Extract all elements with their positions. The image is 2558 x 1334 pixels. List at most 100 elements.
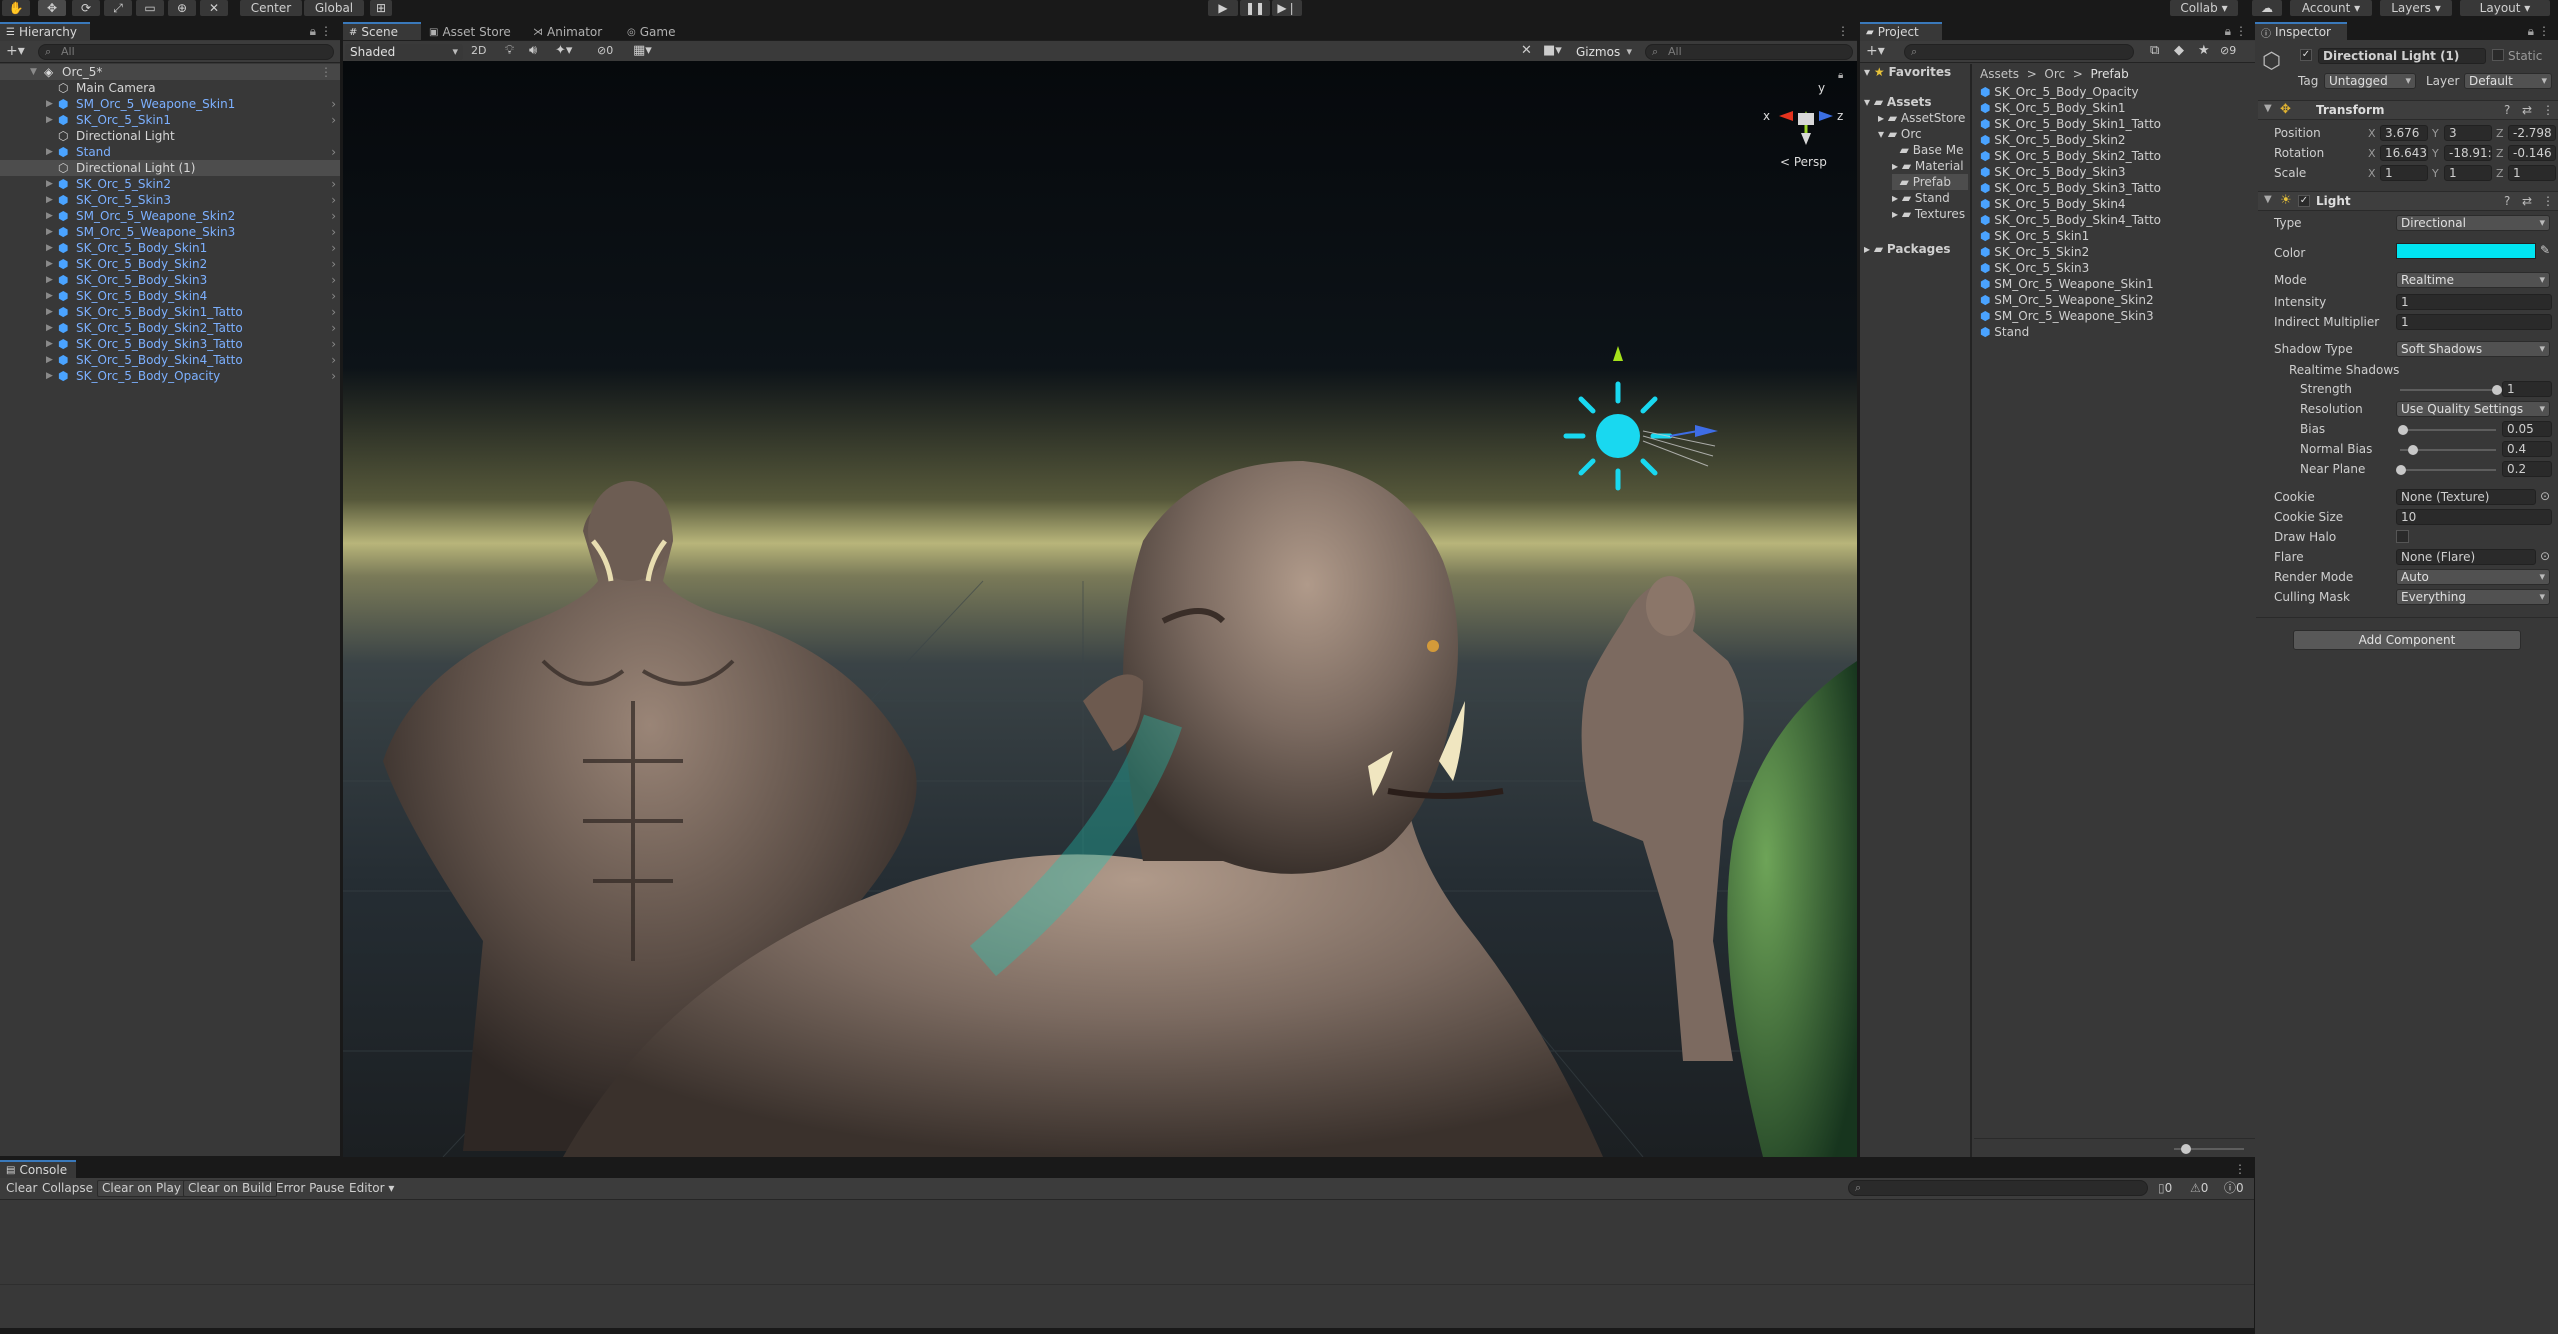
play-button[interactable]: ▶ — [1208, 0, 1238, 16]
favorites-folder[interactable]: ▾ ★ Favorites — [1864, 64, 1951, 80]
intensity-field[interactable]: 1 — [2396, 294, 2552, 310]
rotation-y-field[interactable]: -18.91: — [2444, 145, 2492, 161]
expand-arrow-icon[interactable]: ▶ — [46, 320, 53, 336]
hierarchy-item[interactable]: ▶ ⬢ SK_Orc_5_Skin3 › — [0, 192, 340, 208]
hierarchy-item[interactable]: ▶ ⬢ SK_Orc_5_Skin1 › — [0, 112, 340, 128]
hierarchy-item[interactable]: ⬡ Main Camera — [0, 80, 340, 96]
pause-button[interactable]: ❚❚ — [1240, 0, 1270, 16]
audio-toggle-icon[interactable]: 🔊︎ — [529, 43, 537, 58]
open-prefab-chevron-icon[interactable]: › — [331, 176, 336, 192]
open-prefab-chevron-icon[interactable]: › — [331, 352, 336, 368]
folder-expand-icon[interactable] — [1892, 175, 1900, 189]
open-prefab-chevron-icon[interactable]: › — [331, 112, 336, 128]
scale-y-field[interactable]: 1 — [2444, 165, 2492, 181]
tag-dropdown[interactable]: Untagged — [2324, 73, 2416, 89]
scale-axis-z-label[interactable]: Z — [2496, 167, 2504, 180]
folder-expand-icon[interactable]: ▾ — [1878, 127, 1888, 141]
expand-arrow-icon[interactable]: ▶ — [46, 240, 53, 256]
cookie-field[interactable]: None (Texture) — [2396, 489, 2536, 505]
console-search-input[interactable]: ⌕ — [1848, 1180, 2148, 1196]
breadcrumb-assets[interactable]: Assets — [1980, 67, 2019, 81]
error-pause-toggle[interactable]: Error Pause — [272, 1180, 348, 1197]
expand-arrow-icon[interactable]: ▶ — [46, 304, 53, 320]
project-file-item[interactable]: ⬢ SK_Orc_5_Body_Skin2_Tatto — [1980, 148, 2161, 164]
project-search-input[interactable]: ⌕ — [1904, 44, 2134, 60]
hierarchy-item[interactable]: ▶ ⬢ SK_Orc_5_Body_Skin4_Tatto › — [0, 352, 340, 368]
project-file-item[interactable]: ⬢ SK_Orc_5_Body_Opacity — [1980, 84, 2139, 100]
open-prefab-chevron-icon[interactable]: › — [331, 272, 336, 288]
position-y-field[interactable]: 3 — [2444, 125, 2492, 141]
inspector-menu-icon[interactable]: ⋮ — [2538, 24, 2550, 38]
breadcrumb-prefab[interactable]: Prefab — [2090, 67, 2128, 81]
assets-folder[interactable]: ▾ ▰ Assets — [1864, 94, 1932, 110]
static-checkbox[interactable] — [2492, 49, 2504, 61]
draw-mode-dropdown[interactable]: Shaded — [345, 44, 463, 60]
normal-bias-field[interactable]: 0.4 — [2502, 441, 2552, 457]
position-z-field[interactable]: -2.798 — [2508, 125, 2556, 141]
gizmos-dropdown[interactable]: Gizmos — [1571, 44, 1637, 60]
project-folder-item[interactable]: ▸ ▰ AssetStore — [1878, 110, 1965, 126]
tab-asset-store[interactable]: ▣ Asset Store — [423, 22, 523, 40]
clear-button[interactable]: Clear — [2, 1180, 41, 1197]
rect-tool-icon[interactable]: ▭ — [136, 0, 164, 16]
project-file-item[interactable]: ⬢ SK_Orc_5_Body_Skin3 — [1980, 164, 2126, 180]
transform-menu-icon[interactable]: ⋮ — [2542, 103, 2554, 117]
clear-on-build-toggle[interactable]: Clear on Build — [183, 1180, 278, 1197]
snap-icon[interactable]: ⊞ — [370, 0, 392, 16]
hidden-packages-toggle[interactable]: ⊘9 — [2220, 44, 2236, 57]
layers-button[interactable]: Layers ▾ — [2380, 0, 2452, 16]
tab-scene[interactable]: # Scene — [343, 22, 421, 40]
project-file-item[interactable]: ⬢ SK_Orc_5_Skin2 — [1980, 244, 2089, 260]
project-file-item[interactable]: ⬢ SK_Orc_5_Body_Skin4_Tatto — [1980, 212, 2161, 228]
filter-label-icon[interactable]: ◆ — [2174, 43, 2184, 58]
project-folder-item[interactable]: ▰ Base Me — [1892, 142, 1964, 158]
expand-arrow-icon[interactable]: ▶ — [46, 368, 53, 384]
scale-tool-icon[interactable]: ⤢ — [104, 0, 132, 16]
pivot-global-button[interactable]: Global — [304, 0, 364, 16]
hand-tool-icon[interactable]: ✋ — [2, 0, 30, 16]
mode-2d-toggle[interactable]: 2D — [471, 44, 486, 57]
scene-viewport[interactable]: y x z 🔒︎ < Persp — [343, 61, 1857, 1157]
light-preset-icon[interactable]: ⇄ — [2522, 194, 2532, 208]
draw-halo-checkbox[interactable] — [2396, 530, 2409, 543]
expand-arrow-icon[interactable]: ▶ — [46, 112, 53, 128]
tools-icon[interactable]: ✕ — [1521, 43, 1532, 58]
hierarchy-item[interactable]: ▶ ⬢ SK_Orc_5_Body_Opacity › — [0, 368, 340, 384]
gizmo-lock-icon[interactable]: 🔒︎ — [1838, 70, 1843, 81]
project-file-item[interactable]: ⬢ SK_Orc_5_Body_Skin2 — [1980, 132, 2126, 148]
position-axis-z-label[interactable]: Z — [2496, 127, 2504, 140]
tab-animator[interactable]: ⋊ Animator — [527, 22, 617, 40]
error-filter-toggle[interactable]: ⓘ0 — [2220, 1180, 2248, 1197]
expand-arrow-icon[interactable]: ▶ — [46, 288, 53, 304]
lock-icon[interactable]: 🔒︎ — [310, 24, 316, 39]
light-enabled-checkbox[interactable]: ✓ — [2298, 195, 2310, 207]
project-folder-item[interactable]: ▸ ▰ Stand — [1892, 190, 1950, 206]
console-menu-icon[interactable]: ⋮ — [2234, 1162, 2246, 1176]
folder-expand-icon[interactable]: ▸ — [1892, 207, 1902, 221]
resolution-dropdown[interactable]: Use Quality Settings — [2396, 401, 2550, 417]
scale-axis-y-label[interactable]: Y — [2432, 167, 2439, 180]
folder-expand-icon[interactable]: ▸ — [1878, 111, 1888, 125]
color-swatch[interactable] — [2396, 243, 2536, 259]
expand-arrow-icon[interactable]: ▼ — [30, 64, 37, 80]
expand-arrow-icon[interactable]: ▶ — [46, 96, 53, 112]
project-file-item[interactable]: ⬢ SK_Orc_5_Body_Skin1 — [1980, 100, 2126, 116]
cookie-picker-icon[interactable]: ⊙ — [2540, 489, 2550, 503]
transform-tool-icon[interactable]: ⊕ — [168, 0, 196, 16]
transform-header[interactable]: ▼ ✥ Transform ? ⇄ ⋮ — [2258, 100, 2558, 120]
project-folder-item[interactable]: ▸ ▰ Material — [1892, 158, 1964, 174]
log-filter-toggle[interactable]: ▯0 — [2154, 1180, 2176, 1197]
warning-filter-toggle[interactable]: ⚠0 — [2186, 1180, 2212, 1197]
hierarchy-search-input[interactable]: ⌕ All — [38, 44, 334, 60]
expand-arrow-icon[interactable]: ▶ — [46, 144, 53, 160]
tab-inspector[interactable]: ⓘ Inspector — [2255, 22, 2347, 40]
mode-dropdown[interactable]: Realtime — [2396, 272, 2550, 288]
account-button[interactable]: Account ▾ — [2290, 0, 2372, 16]
open-prefab-chevron-icon[interactable]: › — [331, 96, 336, 112]
cookie-size-field[interactable]: 10 — [2396, 509, 2552, 525]
open-prefab-chevron-icon[interactable]: › — [331, 208, 336, 224]
scale-z-field[interactable]: 1 — [2508, 165, 2556, 181]
inspector-lock-icon[interactable]: 🔒︎ — [2528, 24, 2534, 39]
favorite-star-icon[interactable]: ★ — [2198, 43, 2210, 58]
project-file-item[interactable]: ⬢ SK_Orc_5_Body_Skin1_Tatto — [1980, 116, 2161, 132]
